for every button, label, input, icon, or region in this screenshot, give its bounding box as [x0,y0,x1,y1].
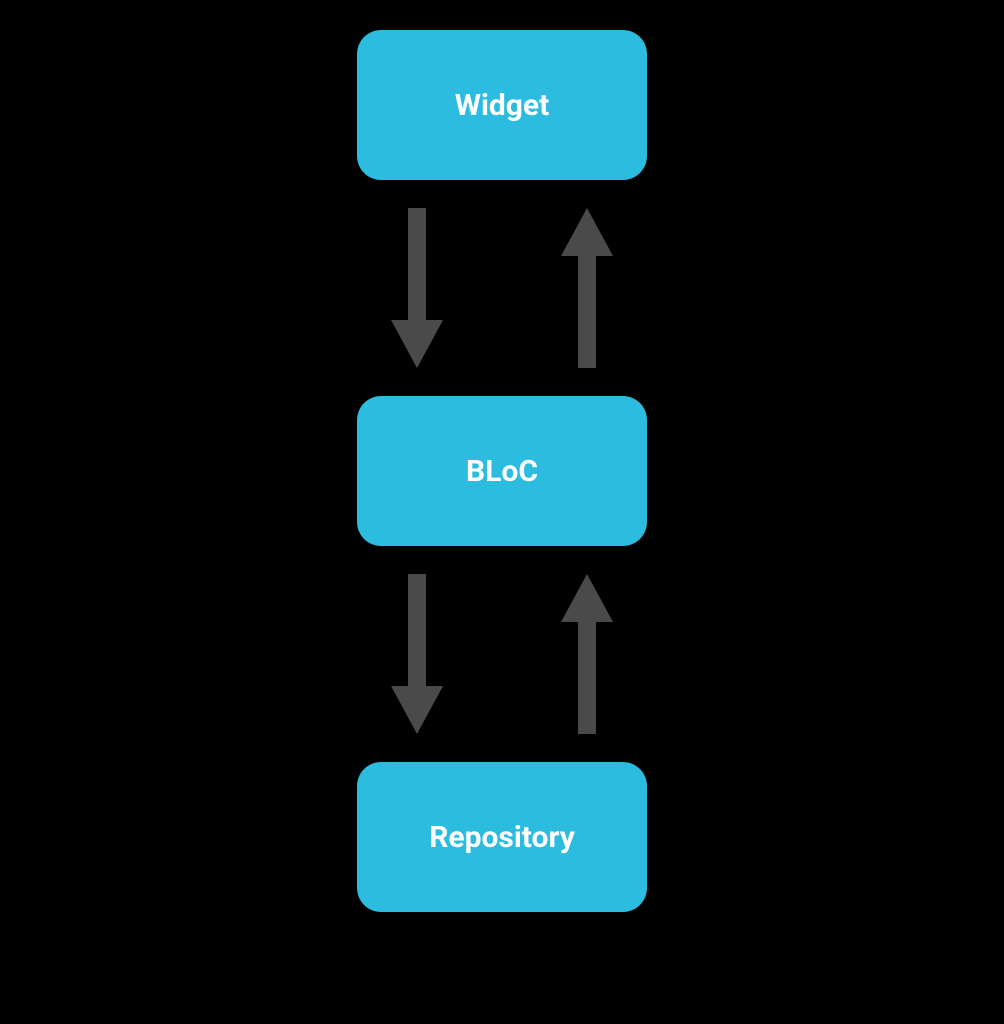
architecture-diagram: Widget BLoC Repository [357,30,647,912]
arrow-down-icon [387,574,447,734]
arrow-up-icon [557,208,617,368]
repository-node-label: Repository [429,820,575,855]
arrow-section-1 [387,180,617,396]
repository-node: Repository [357,762,647,912]
arrow-up-icon [557,574,617,734]
bloc-node-label: BLoC [466,454,538,489]
arrow-down-icon [387,208,447,368]
widget-node: Widget [357,30,647,180]
widget-node-label: Widget [455,88,550,123]
bloc-node: BLoC [357,396,647,546]
arrow-section-2 [387,546,617,762]
